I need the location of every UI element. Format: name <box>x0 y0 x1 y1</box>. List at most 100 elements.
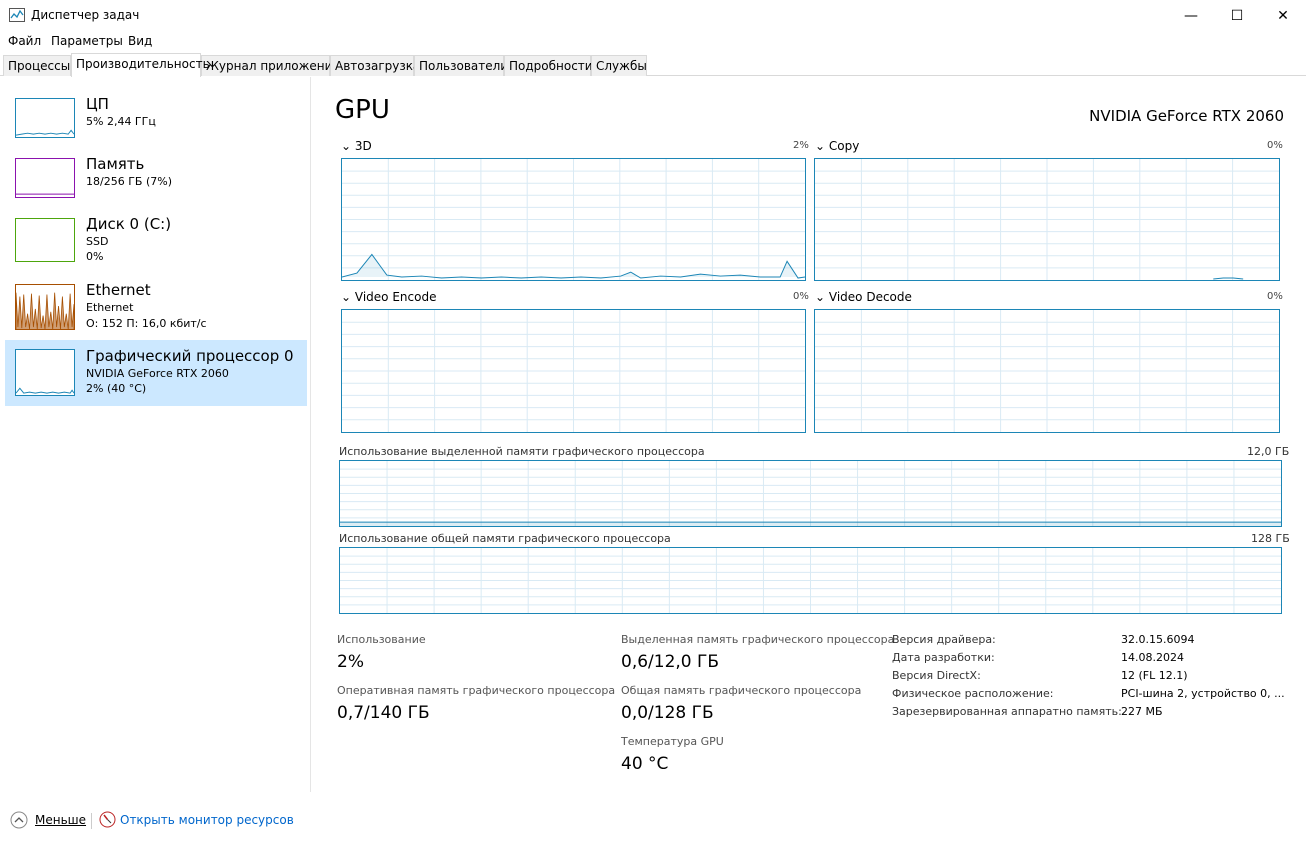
task-manager-icon <box>9 8 25 22</box>
minimize-button[interactable]: — <box>1168 0 1214 31</box>
shared-memory-stat-label: Общая память графического процессора <box>621 684 862 697</box>
sidebar-item-title: Память <box>86 155 145 173</box>
fewer-details-button[interactable]: Меньше <box>35 813 86 827</box>
tab-strip: Процессы Производительность Журнал прило… <box>0 53 1306 77</box>
directx-version-label: Версия DirectX: <box>892 669 981 682</box>
graph-grid <box>340 548 1281 613</box>
gpu-memory-value: 0,7/140 ГБ <box>337 703 430 723</box>
dedicated-memory-label: Использование выделенной памяти графичес… <box>339 445 705 458</box>
usage-label: Использование <box>337 633 426 646</box>
gpu-performance-panel: GPU NVIDIA GeForce RTX 2060 ⌄ 3D 2% ⌄ Co… <box>312 77 1306 792</box>
chevron-down-icon: ⌄ <box>341 290 352 304</box>
menu-options[interactable]: Параметры <box>51 34 123 48</box>
sidebar-item-detail: О: 152 П: 16,0 кбит/с <box>86 317 207 330</box>
engine-max-percent: 0% <box>1267 140 1283 151</box>
cpu-thumbnail-graph <box>15 98 75 138</box>
chevron-up-icon[interactable] <box>10 811 28 829</box>
engine-label: Copy <box>828 139 860 153</box>
maximize-button[interactable]: ☐ <box>1214 0 1260 31</box>
sidebar-item-disk[interactable]: Диск 0 (C:) SSD 0% <box>5 212 307 276</box>
close-button[interactable]: ✕ <box>1260 0 1306 31</box>
sidebar-item-memory[interactable]: Память 18/256 ГБ (7%) <box>5 152 307 216</box>
graph-grid <box>815 310 1279 432</box>
physical-location-label: Физическое расположение: <box>892 687 1054 700</box>
engine-selector-copy[interactable]: ⌄ Copy <box>815 139 859 153</box>
gpu-memory-label: Оперативная память графического процессо… <box>337 684 616 697</box>
memory-thumbnail-graph <box>15 158 75 198</box>
sidebar-item-detail: 0% <box>86 250 104 263</box>
page-title: GPU <box>335 95 390 125</box>
chevron-down-icon: ⌄ <box>815 139 826 153</box>
open-resource-monitor-link[interactable]: Открыть монитор ресурсов <box>120 813 294 827</box>
shared-memory-graph <box>339 547 1282 614</box>
sidebar-item-detail: NVIDIA GeForce RTX 2060 <box>86 367 229 380</box>
graph-grid <box>342 159 805 280</box>
menu-view[interactable]: Вид <box>128 34 152 48</box>
tab-startup[interactable]: Автозагрузка <box>330 55 420 76</box>
dedicated-memory-stat-label: Выделенная память графического процессор… <box>621 633 895 646</box>
chevron-down-icon: ⌄ <box>341 139 352 153</box>
sidebar-item-title: Диск 0 (C:) <box>86 215 172 233</box>
engine-max-percent: 2% <box>793 140 809 151</box>
disk-thumbnail-graph <box>15 218 75 262</box>
sidebar-item-title: Графический процессор 0 <box>86 347 294 365</box>
sidebar-item-ethernet[interactable]: Ethernet Ethernet О: 152 П: 16,0 кбит/с <box>5 278 307 342</box>
shared-memory-stat-value: 0,0/128 ГБ <box>621 703 714 723</box>
engine-graph-video-decode <box>814 309 1280 433</box>
engine-graph-3d <box>341 158 806 281</box>
engine-selector-video-encode[interactable]: ⌄ Video Encode <box>341 290 436 304</box>
driver-date-value: 14.08.2024 <box>1121 651 1184 664</box>
graph-grid <box>340 461 1281 526</box>
chevron-down-icon: ⌄ <box>815 290 826 304</box>
ethernet-thumbnail-graph <box>15 284 75 330</box>
driver-date-label: Дата разработки: <box>892 651 995 664</box>
sidebar-item-title: ЦП <box>86 95 109 113</box>
engine-selector-3d[interactable]: ⌄ 3D <box>341 139 372 153</box>
usage-value: 2% <box>337 652 364 672</box>
sidebar-item-detail: Ethernet <box>86 301 134 314</box>
driver-version-label: Версия драйвера: <box>892 633 996 646</box>
title-bar: Диспетчер задач — ☐ ✕ <box>0 0 1306 31</box>
dedicated-memory-max: 12,0 ГБ <box>1247 445 1290 458</box>
tab-app-history[interactable]: Журнал приложений <box>201 55 340 76</box>
engine-label: 3D <box>354 139 372 153</box>
reserved-memory-label: Зарезервированная аппаратно память: <box>892 705 1122 718</box>
footer-bar: Меньше Открыть монитор ресурсов <box>0 805 1306 835</box>
sidebar-item-detail: 2% (40 °C) <box>86 382 147 395</box>
resource-monitor-icon[interactable] <box>99 811 116 828</box>
engine-max-percent: 0% <box>1267 291 1283 302</box>
sidebar-item-detail: 18/256 ГБ (7%) <box>86 175 172 188</box>
tab-details[interactable]: Подробности <box>504 55 593 76</box>
sidebar-item-detail: 5% 2,44 ГГц <box>86 115 156 128</box>
sidebar-item-gpu[interactable]: Графический процессор 0 NVIDIA GeForce R… <box>5 340 307 406</box>
temperature-value: 40 °C <box>621 754 669 774</box>
directx-version-value: 12 (FL 12.1) <box>1121 669 1188 682</box>
dedicated-memory-stat-value: 0,6/12,0 ГБ <box>621 652 720 672</box>
physical-location-value: PCI-шина 2, устройство 0, ... <box>1121 687 1285 700</box>
engine-graph-video-encode <box>341 309 806 433</box>
engine-graph-copy <box>814 158 1280 281</box>
tab-services[interactable]: Службы <box>591 55 647 76</box>
menu-file[interactable]: Файл <box>8 34 41 48</box>
shared-memory-label: Использование общей памяти графического … <box>339 532 671 545</box>
gpu-model-name: NVIDIA GeForce RTX 2060 <box>1089 107 1284 125</box>
gpu-thumbnail-graph <box>15 349 75 396</box>
resource-sidebar: ЦП 5% 2,44 ГГц Память 18/256 ГБ (7%) Дис… <box>0 77 311 792</box>
footer-divider <box>91 813 92 829</box>
tab-users[interactable]: Пользователи <box>414 55 508 76</box>
engine-label: Video Decode <box>828 290 912 304</box>
engine-max-percent: 0% <box>793 291 809 302</box>
tab-processes[interactable]: Процессы <box>3 55 71 76</box>
graph-grid <box>342 310 805 432</box>
sidebar-item-title: Ethernet <box>86 281 151 299</box>
engine-selector-video-decode[interactable]: ⌄ Video Decode <box>815 290 912 304</box>
tab-performance[interactable]: Производительность <box>71 53 210 77</box>
shared-memory-max: 128 ГБ <box>1251 532 1290 545</box>
sidebar-item-detail: SSD <box>86 235 109 248</box>
dedicated-memory-graph <box>339 460 1282 527</box>
window-title: Диспетчер задач <box>31 8 140 22</box>
driver-version-value: 32.0.15.6094 <box>1121 633 1195 646</box>
reserved-memory-value: 227 МБ <box>1121 705 1163 718</box>
sidebar-item-cpu[interactable]: ЦП 5% 2,44 ГГц <box>5 92 307 156</box>
graph-grid <box>815 159 1279 280</box>
